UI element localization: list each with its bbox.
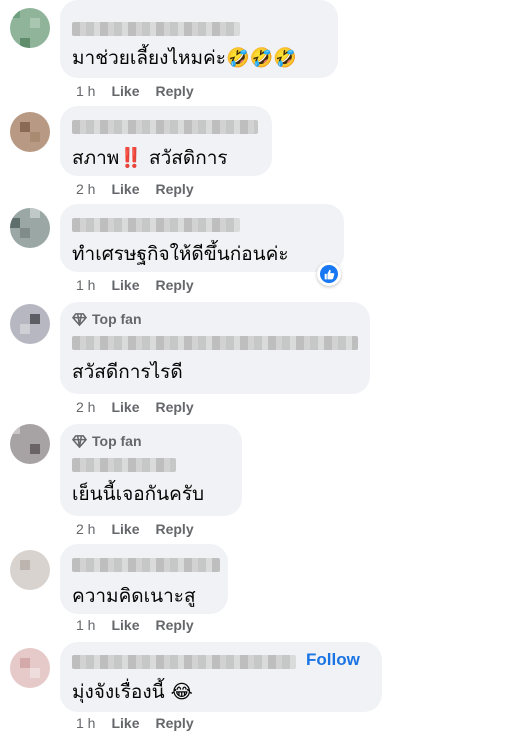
comment-text: เย็นนี้เจอกันครับ xyxy=(72,483,205,505)
reply-button[interactable]: Reply xyxy=(155,181,193,197)
reaction-badge[interactable] xyxy=(317,262,341,286)
avatar[interactable] xyxy=(10,304,50,344)
diamond-icon xyxy=(72,312,87,326)
reply-button[interactable]: Reply xyxy=(155,83,193,99)
commenter-name[interactable] xyxy=(72,22,240,36)
comment-bubble: มาช่วยเลี้ยงไหมค่ะ🤣🤣🤣 xyxy=(60,0,338,78)
avatar[interactable] xyxy=(10,8,50,48)
diamond-icon xyxy=(72,434,87,448)
avatar[interactable] xyxy=(10,424,50,464)
like-button[interactable]: Like xyxy=(111,83,139,99)
avatar[interactable] xyxy=(10,648,50,688)
follow-button[interactable]: Follow xyxy=(306,650,360,670)
comment-bubble: สภาพ‼️ สวัสดิการ xyxy=(60,106,272,176)
comment-time[interactable]: 2 h xyxy=(76,521,95,537)
commenter-name[interactable] xyxy=(72,120,258,134)
like-button[interactable]: Like xyxy=(111,521,139,537)
comment-text: ความคิดเนาะสู xyxy=(72,585,196,607)
comment-actions: 1 h Like Reply xyxy=(76,715,194,731)
reply-button[interactable]: Reply xyxy=(155,277,193,293)
comment-time[interactable]: 2 h xyxy=(76,181,95,197)
comment-actions: 1 h Like Reply xyxy=(76,617,194,633)
reply-button[interactable]: Reply xyxy=(155,715,193,731)
like-button[interactable]: Like xyxy=(111,399,139,415)
reply-button[interactable]: Reply xyxy=(155,521,193,537)
comment-bubble: ทำเศรษฐกิจให้ดีขึ้นก่อนค่ะ xyxy=(60,204,344,272)
comment-bubble: Top fan เย็นนี้เจอกันครับ xyxy=(60,424,242,516)
commenter-name[interactable] xyxy=(72,558,220,572)
comment-text: ทำเศรษฐกิจให้ดีขึ้นก่อนค่ะ xyxy=(72,243,289,265)
comment-bubble: Top fan สวัสดีการไรดี xyxy=(60,302,370,394)
comment-text: สวัสดีการไรดี xyxy=(72,361,183,383)
comment-time[interactable]: 1 h xyxy=(76,83,95,99)
like-button[interactable]: Like xyxy=(111,617,139,633)
avatar[interactable] xyxy=(10,112,50,152)
reply-button[interactable]: Reply xyxy=(155,399,193,415)
like-button[interactable]: Like xyxy=(111,181,139,197)
comment-actions: 2 h Like Reply xyxy=(76,181,194,197)
commenter-name[interactable] xyxy=(72,655,296,669)
comment-actions: 1 h Like Reply xyxy=(76,83,194,99)
like-button[interactable]: Like xyxy=(111,715,139,731)
comment-time[interactable]: 1 h xyxy=(76,617,95,633)
comment-text: สภาพ‼️ สวัสดิการ xyxy=(72,147,228,169)
commenter-name[interactable] xyxy=(72,218,240,232)
comment-text: มาช่วยเลี้ยงไหมค่ะ🤣🤣🤣 xyxy=(72,47,297,69)
avatar[interactable] xyxy=(10,208,50,248)
comment-text: มุ่งจังเรื่องนี้ 😂 xyxy=(72,681,193,703)
comment-bubble: ความคิดเนาะสู xyxy=(60,544,228,614)
comment-time[interactable]: 1 h xyxy=(76,277,95,293)
reply-button[interactable]: Reply xyxy=(155,617,193,633)
comment-time[interactable]: 2 h xyxy=(76,399,95,415)
commenter-name[interactable] xyxy=(72,458,176,472)
top-fan-badge: Top fan xyxy=(72,310,358,328)
comment-actions: 1 h Like Reply xyxy=(76,277,194,293)
comment-bubble: Follow มุ่งจังเรื่องนี้ 😂 xyxy=(60,642,382,712)
comment-actions: 2 h Like Reply xyxy=(76,399,194,415)
thumbs-up-icon xyxy=(324,269,334,279)
top-fan-badge: Top fan xyxy=(72,432,230,450)
avatar[interactable] xyxy=(10,550,50,590)
like-button[interactable]: Like xyxy=(111,277,139,293)
comment-time[interactable]: 1 h xyxy=(76,715,95,731)
comment-actions: 2 h Like Reply xyxy=(76,521,194,537)
commenter-name[interactable] xyxy=(72,336,358,350)
